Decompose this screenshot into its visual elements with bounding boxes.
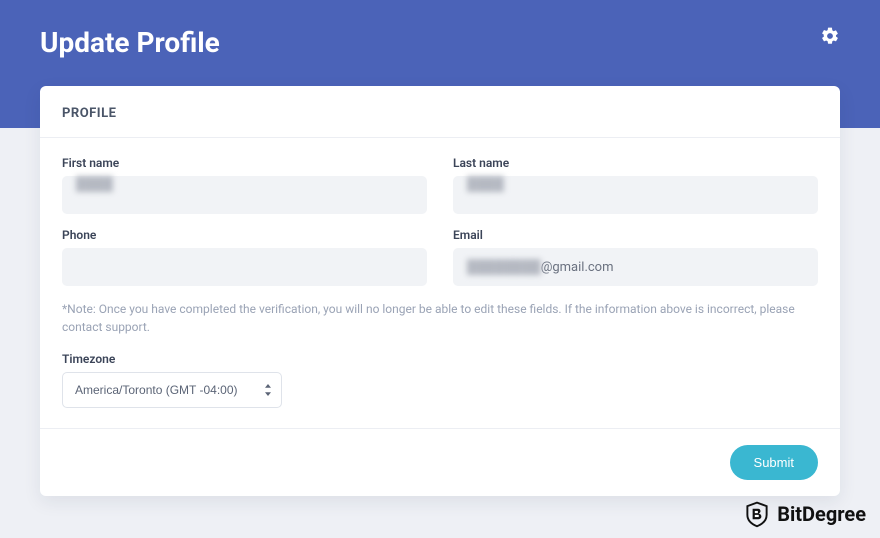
timezone-section: Timezone America/Toronto (GMT -04:00): [62, 352, 818, 408]
timezone-select[interactable]: America/Toronto (GMT -04:00): [62, 372, 282, 408]
last-name-value: ████: [467, 177, 504, 192]
watermark: BitDegree: [743, 500, 866, 528]
last-name-label: Last name: [453, 156, 818, 170]
section-title: PROFILE: [62, 106, 818, 121]
submit-button[interactable]: Submit: [730, 445, 818, 480]
first-name-value: ████: [76, 177, 113, 192]
gear-icon[interactable]: [820, 26, 840, 46]
email-value-prefix: ████████: [467, 259, 541, 275]
email-value-suffix: @gmail.com: [541, 260, 614, 275]
timezone-label: Timezone: [62, 352, 818, 366]
email-label: Email: [453, 228, 818, 242]
contact-row: Phone Email ████████@gmail.com: [62, 228, 818, 286]
profile-card: PROFILE First name ████ Last name ████ P…: [40, 86, 840, 496]
name-row: First name ████ Last name ████: [62, 156, 818, 214]
card-footer: Submit: [40, 428, 840, 496]
phone-field[interactable]: [62, 248, 427, 286]
card-header: PROFILE: [40, 86, 840, 138]
card-body: First name ████ Last name ████ Phone Ema…: [40, 138, 840, 408]
first-name-field[interactable]: ████: [62, 176, 427, 214]
page-title: Update Profile: [40, 26, 220, 59]
first-name-label: First name: [62, 156, 427, 170]
watermark-text: BitDegree: [777, 502, 866, 526]
email-field[interactable]: ████████@gmail.com: [453, 248, 818, 286]
verification-note: *Note: Once you have completed the verif…: [62, 300, 818, 336]
bitdegree-shield-icon: [743, 500, 771, 528]
phone-label: Phone: [62, 228, 427, 242]
last-name-field[interactable]: ████: [453, 176, 818, 214]
